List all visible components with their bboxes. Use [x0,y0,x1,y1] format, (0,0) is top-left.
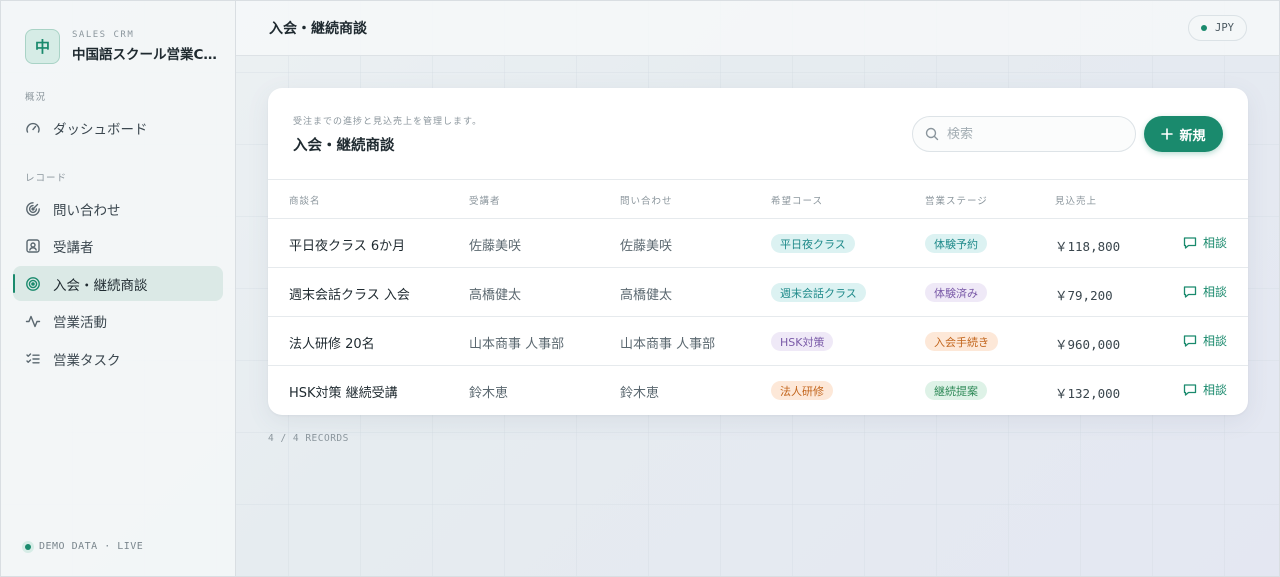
expected-revenue: ￥960,000 [1055,337,1121,352]
top-bar: 入会・継続商談 JPY [236,0,1280,56]
currency-dot-icon [1201,25,1208,31]
stage-badge: 入会手続き [925,332,998,351]
course-badge: 週末会話クラス [771,283,866,302]
activity-icon [25,313,41,329]
sidebar-item-label: ダッシュボード [53,121,148,138]
table-row[interactable]: 平日夜クラス 6か月 佐藤美咲 佐藤美咲 平日夜クラス 体験予約 ￥118,80… [268,219,1248,268]
search-icon [925,127,939,141]
inquiry-name: 山本商事 人事部 [620,337,716,352]
record-count: 4 / 4 RECORDS [268,433,349,444]
currency-badge[interactable]: JPY [1188,15,1247,41]
inquiry-name: 佐藤美咲 [620,239,673,254]
data-status: DEMO DATA · LIVE [25,541,143,552]
consult-label: 相談 [1203,383,1228,397]
plus-icon [1161,128,1174,140]
sidebar: 中 SALES CRM 中国語スクール営業CRM 概況 ダッシュボード レコード… [0,0,236,577]
student-name: 高橋健太 [469,288,522,303]
brand-logo: 中 [25,29,60,64]
sidebar-item-activities[interactable]: 営業活動 [13,303,223,338]
deal-name[interactable]: 平日夜クラス 6か月 [289,235,405,254]
checklist-icon [25,351,41,367]
stage-badge: 継続提案 [925,381,987,400]
card-title: 入会・継続商談 [293,138,395,154]
contact-card-icon [25,238,41,254]
consult-label: 相談 [1203,285,1228,299]
sidebar-item-label: 受講者 [53,239,94,256]
consult-button[interactable]: 相談 [1183,283,1227,300]
expected-revenue: ￥118,800 [1055,239,1121,254]
chat-bubble-icon [1183,236,1197,250]
consult-button[interactable]: 相談 [1183,234,1227,251]
search-box[interactable] [912,116,1136,152]
currency-label: JPY [1215,22,1234,34]
brand-subtitle: SALES CRM [72,30,135,40]
sidebar-item-inquiries[interactable]: 問い合わせ [13,191,223,226]
brand[interactable]: 中 SALES CRM 中国語スクール営業CRM [25,29,217,64]
table-body: 平日夜クラス 6か月 佐藤美咲 佐藤美咲 平日夜クラス 体験予約 ￥118,80… [268,219,1248,415]
expected-revenue: ￥132,000 [1055,386,1121,401]
live-dot-icon [25,543,31,550]
chat-bubble-icon [1183,383,1197,397]
new-deal-button[interactable]: 新規 [1144,116,1223,152]
card-header: 受注までの進捗と見込売上を管理します。 入会・継続商談 新規 [268,88,1248,180]
consult-button[interactable]: 相談 [1183,381,1227,398]
column-header-stage[interactable]: 営業ステージ [925,193,988,207]
student-name: 佐藤美咲 [469,239,522,254]
stage-badge: 体験予約 [925,234,987,253]
inquiry-name: 高橋健太 [620,288,673,303]
sidebar-item-label: 入会・継続商談 [53,277,148,294]
inquiry-name: 鈴木恵 [620,386,660,401]
table-row[interactable]: HSK対策 継続受講 鈴木恵 鈴木恵 法人研修 継続提案 ￥132,000 相談 [268,366,1248,415]
chat-bubble-icon [1183,334,1197,348]
course-badge: 法人研修 [771,381,833,400]
consult-button[interactable]: 相談 [1183,332,1227,349]
table-row[interactable]: 法人研修 20名 山本商事 人事部 山本商事 人事部 HSK対策 入会手続き ￥… [268,317,1248,366]
stage-badge: 体験済み [925,283,987,302]
column-header-student[interactable]: 受講者 [469,193,501,207]
status-text: DEMO DATA · LIVE [39,541,144,552]
sidebar-item-students[interactable]: 受講者 [13,228,223,263]
column-header-inquiry[interactable]: 問い合わせ [620,193,673,207]
brand-name: 中国語スクール営業CRM [72,47,217,63]
consult-label: 相談 [1203,236,1228,250]
student-name: 山本商事 人事部 [469,337,565,352]
table-row[interactable]: 週末会話クラス 入会 高橋健太 高橋健太 週末会話クラス 体験済み ￥79,20… [268,268,1248,317]
sidebar-item-label: 営業タスク [53,352,121,369]
search-input[interactable] [947,126,1117,142]
gauge-icon [25,120,41,136]
column-header-course[interactable]: 希望コース [771,193,823,207]
deal-name[interactable]: HSK対策 継続受講 [289,382,398,401]
column-header-expected-revenue[interactable]: 見込売上 [1055,193,1097,207]
sidebar-item-dashboard[interactable]: ダッシュボード [13,110,223,145]
sidebar-item-deals[interactable]: 入会・継続商談 [13,266,223,301]
column-header-deal-name[interactable]: 商談名 [289,193,321,207]
section-label-overview: 概況 [25,92,47,103]
table-header: 商談名 受講者 問い合わせ 希望コース 営業ステージ 見込売上 [268,180,1248,219]
student-name: 鈴木恵 [469,386,509,401]
chat-bubble-icon [1183,285,1197,299]
page-title: 入会・継続商談 [269,21,367,37]
deal-name[interactable]: 週末会話クラス 入会 [289,284,410,303]
deals-card: 受注までの進捗と見込売上を管理します。 入会・継続商談 新規 商談名 受講者 問… [268,88,1248,415]
consult-label: 相談 [1203,334,1228,348]
radar-icon [25,201,41,217]
section-label-records: レコード [25,173,68,184]
deal-name[interactable]: 法人研修 20名 [289,333,375,352]
expected-revenue: ￥79,200 [1055,288,1113,303]
new-button-label: 新規 [1179,128,1206,144]
course-badge: 平日夜クラス [771,234,855,253]
card-description: 受注までの進捗と見込売上を管理します。 [293,117,483,127]
course-badge: HSK対策 [771,332,834,351]
sidebar-item-label: 営業活動 [53,314,107,331]
target-icon [25,276,41,292]
sidebar-item-label: 問い合わせ [53,202,121,219]
sidebar-item-tasks[interactable]: 営業タスク [13,341,223,376]
